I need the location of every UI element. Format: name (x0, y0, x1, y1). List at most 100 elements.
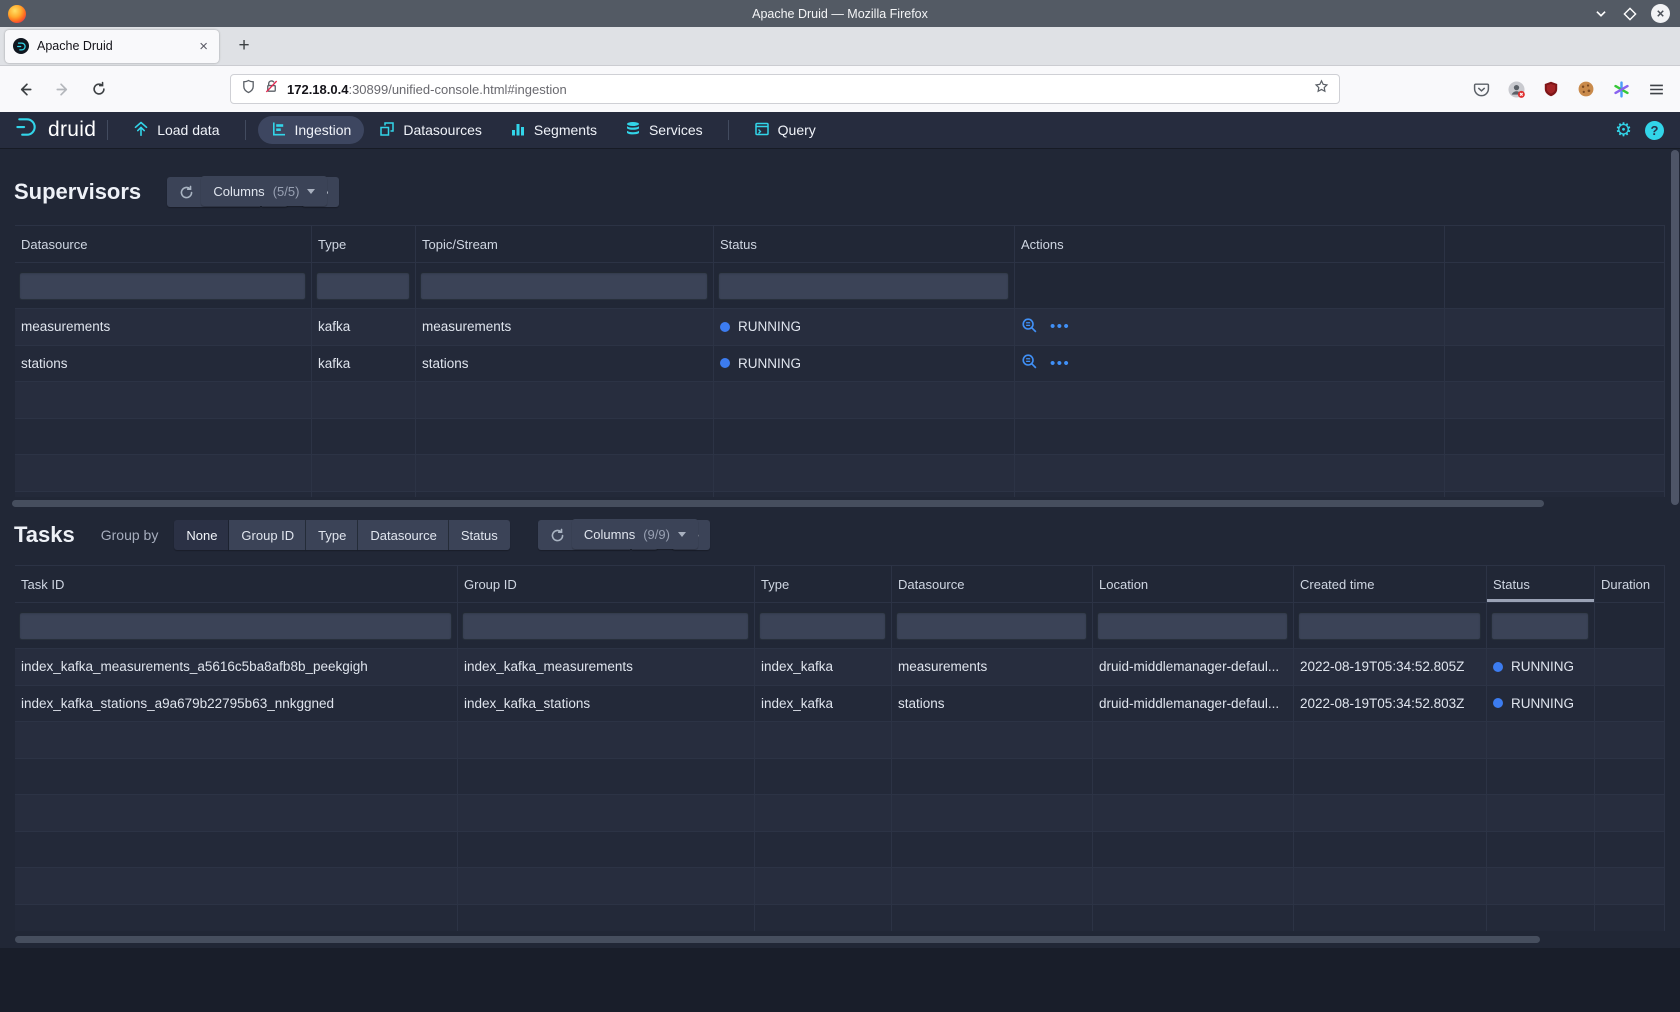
datasource-filter-input[interactable] (896, 612, 1087, 640)
gear-icon[interactable]: ⚙ (1615, 121, 1632, 140)
filter-cell (312, 263, 416, 308)
back-button[interactable] (14, 78, 36, 100)
filler-cell (1445, 346, 1665, 382)
empty-cell (1595, 832, 1665, 868)
empty-cell (892, 905, 1093, 932)
tab-close-icon[interactable]: × (196, 39, 211, 54)
tab-bar: Apache Druid × + (0, 27, 1680, 66)
type-filter-input[interactable] (759, 612, 886, 640)
supervisors-horizontal-scrollbar[interactable] (12, 500, 1544, 507)
nav-datasources[interactable]: Datasources (366, 116, 495, 144)
close-icon[interactable] (1651, 4, 1670, 23)
chevron-down-icon (307, 189, 315, 198)
col-header-actions[interactable]: Actions (1015, 226, 1445, 262)
url-bar[interactable]: 172.18.0.4:30899/unified-console.html#in… (230, 74, 1340, 104)
datasource-filter-input[interactable] (19, 272, 306, 300)
tasks-horizontal-scrollbar[interactable] (15, 936, 1540, 943)
nav-segments[interactable]: Segments (497, 116, 610, 144)
col-header-status[interactable]: Status (1487, 566, 1595, 602)
empty-table-row (15, 455, 1665, 492)
row-more-icon[interactable]: ••• (1050, 355, 1070, 372)
created-time-filter-input[interactable] (1298, 612, 1481, 640)
ublock-icon[interactable] (1541, 79, 1561, 99)
group-by-type-button[interactable]: Type (306, 520, 358, 550)
group-id-filter-input[interactable] (462, 612, 749, 640)
nav-services[interactable]: Services (612, 116, 716, 144)
task-row[interactable]: index_kafka_measurements_a5616c5ba8afb8b… (15, 649, 1665, 686)
empty-cell (15, 492, 312, 498)
task-row[interactable]: index_kafka_stations_a9a679b22795b63_nnk… (15, 686, 1665, 723)
browser-tab[interactable]: Apache Druid × (5, 30, 219, 63)
empty-cell (1015, 419, 1445, 455)
druid-wordmark: druid (48, 118, 96, 142)
page-vertical-scrollbar[interactable] (1671, 150, 1679, 505)
type-filter-input[interactable] (316, 272, 410, 300)
col-header-datasource[interactable]: Datasource (892, 566, 1093, 602)
url-text[interactable]: 172.18.0.4:30899/unified-console.html#in… (287, 82, 1306, 97)
empty-cell (458, 832, 755, 868)
columns-count: (9/9) (643, 527, 670, 542)
console-window-icon (754, 121, 770, 140)
col-header-group-id[interactable]: Group ID (458, 566, 755, 602)
shield-icon[interactable] (241, 79, 256, 99)
menu-icon[interactable] (1646, 79, 1666, 99)
topic-stream-filter-input[interactable] (420, 272, 708, 300)
nav-label: Query (778, 122, 816, 138)
group-by-group-id-button[interactable]: Group ID (229, 520, 306, 550)
supervisors-columns-button[interactable]: Columns (5/5) (201, 176, 327, 206)
row-more-icon[interactable]: ••• (1050, 318, 1070, 335)
druid-brand[interactable]: druid (14, 115, 96, 145)
empty-cell (1487, 832, 1595, 868)
group-by-status-button[interactable]: Status (449, 520, 510, 550)
empty-table-row (15, 905, 1665, 932)
group-by-none-button[interactable]: None (174, 520, 229, 550)
group-by-datasource-button[interactable]: Datasource (358, 520, 448, 550)
nav-label: Services (649, 122, 703, 138)
new-tab-button[interactable]: + (231, 33, 257, 59)
col-header-task-id[interactable]: Task ID (15, 566, 458, 602)
help-icon[interactable]: ? (1645, 121, 1664, 140)
tasks-columns-button[interactable]: Columns (9/9) (572, 519, 698, 549)
nav-load-data[interactable]: Load data (120, 116, 232, 144)
forward-button[interactable] (51, 78, 73, 100)
nav-query[interactable]: Query (741, 116, 829, 144)
magnifier-icon[interactable] (1021, 353, 1038, 373)
maximize-icon[interactable] (1622, 6, 1638, 22)
account-icon[interactable] (1506, 79, 1526, 99)
minimize-icon[interactable] (1593, 6, 1609, 22)
filler-cell (1445, 309, 1665, 345)
cookie-icon[interactable] (1576, 79, 1596, 99)
col-header-topic-stream[interactable]: Topic/Stream (416, 226, 714, 262)
supervisor-row[interactable]: stations kafka stations RUNNING ••• (15, 346, 1665, 383)
druid-console: druid Load data Ingestion Datasources Se… (0, 112, 1680, 1012)
page-footer-area (0, 948, 1680, 1012)
empty-cell (312, 382, 416, 418)
empty-cell (458, 795, 755, 831)
filter-cell (1093, 603, 1294, 648)
col-header-duration[interactable]: Duration (1595, 566, 1665, 602)
nav-ingestion[interactable]: Ingestion (258, 116, 365, 144)
extension-asterisk-icon[interactable] (1611, 79, 1631, 99)
supervisor-row[interactable]: measurements kafka measurements RUNNING … (15, 309, 1665, 346)
insecure-lock-icon[interactable] (264, 79, 279, 99)
cube-stack-icon (379, 121, 395, 140)
col-header-type[interactable]: Type (312, 226, 416, 262)
col-header-datasource[interactable]: Datasource (15, 226, 312, 262)
pocket-icon[interactable] (1471, 79, 1491, 99)
status-filter-input[interactable] (718, 272, 1009, 300)
type-cell: index_kafka (755, 686, 892, 722)
location-filter-input[interactable] (1097, 612, 1288, 640)
empty-cell (1595, 905, 1665, 932)
magnifier-icon[interactable] (1021, 317, 1038, 337)
filter-cell (15, 603, 458, 648)
col-header-location[interactable]: Location (1093, 566, 1294, 602)
col-header-status[interactable]: Status (714, 226, 1015, 262)
col-header-created-time[interactable]: Created time (1294, 566, 1487, 602)
bookmark-star-icon[interactable] (1314, 79, 1329, 99)
reload-button[interactable] (88, 78, 110, 100)
col-header-type[interactable]: Type (755, 566, 892, 602)
created-time-cell: 2022-08-19T05:34:52.805Z (1294, 649, 1487, 685)
task-id-filter-input[interactable] (19, 612, 452, 640)
status-cell: RUNNING (1487, 686, 1595, 722)
status-filter-input[interactable] (1491, 612, 1589, 640)
